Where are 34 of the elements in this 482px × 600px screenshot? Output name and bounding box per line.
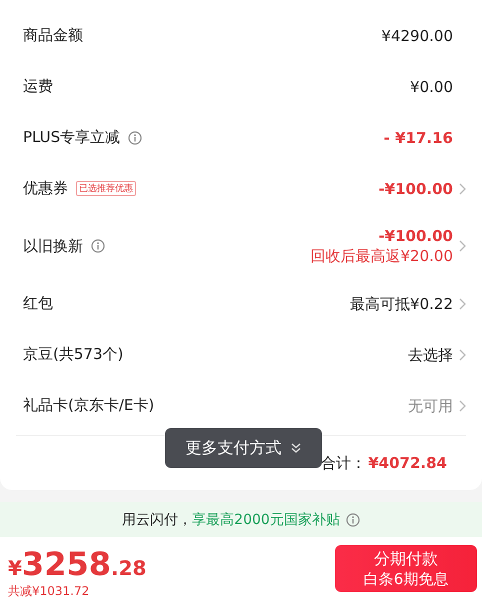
row-value: 回收后最高返¥20.00	[310, 246, 453, 266]
promo-text: 用云闪付，享最高2000元国家补贴	[122, 510, 340, 528]
chevron-icon[interactable]	[459, 348, 466, 360]
row-label: 运费	[23, 77, 53, 96]
chevron-icon[interactable]	[459, 240, 466, 252]
chevron-icon[interactable]	[459, 298, 466, 310]
row-value: ¥4290.00	[381, 26, 453, 46]
saved-amount: 共减¥1031.72	[8, 583, 90, 600]
row-value: ¥0.00	[410, 76, 453, 96]
row-label: 优惠券	[23, 179, 68, 198]
row-label: 商品金额	[23, 26, 83, 45]
info-icon[interactable]	[128, 130, 142, 144]
chevron-icon[interactable]	[459, 400, 466, 412]
row-label: 礼品卡(京东卡/E卡)	[23, 396, 154, 415]
row-value: 去选择	[408, 344, 453, 364]
total-label: 合计：	[321, 454, 366, 472]
double-chevron-icon	[290, 442, 302, 454]
more-payment-button[interactable]: 更多支付方式	[165, 428, 322, 468]
row-value: - ¥17.16	[384, 128, 453, 148]
row-label: 以旧换新	[23, 236, 83, 256]
info-icon[interactable]	[346, 512, 360, 526]
pay-amount: ¥3258.28	[8, 545, 146, 583]
recommended-tag: 已选推荐优惠	[76, 181, 136, 196]
info-icon[interactable]	[91, 239, 105, 253]
installment-pay-button[interactable]: 分期付款 白条6期免息	[335, 545, 477, 592]
row-value: 最高可抵¥0.22	[350, 294, 453, 314]
total-amount: ¥4072.84	[368, 454, 447, 472]
row-value: 无可用	[408, 396, 453, 416]
chevron-icon[interactable]	[459, 182, 466, 194]
row-value: -¥100.00	[378, 178, 453, 198]
row-value: -¥100.00	[378, 226, 453, 246]
row-label: 红包	[23, 294, 53, 313]
row-label: PLUS专享立减	[23, 128, 120, 147]
row-label: 京豆(共573个)	[23, 345, 124, 364]
